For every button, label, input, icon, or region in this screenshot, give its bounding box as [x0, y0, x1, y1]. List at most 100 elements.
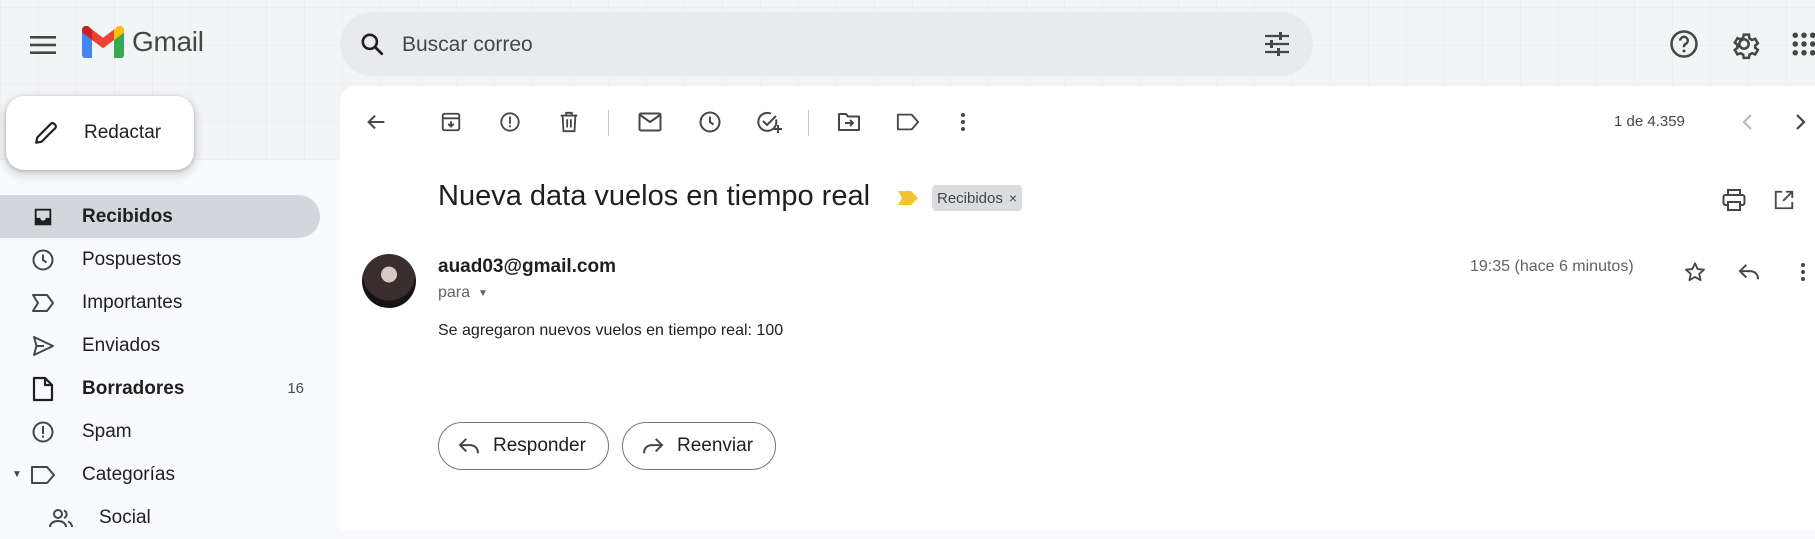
recipient-prefix: para — [438, 284, 471, 301]
sidebar-item-label: Categorías — [82, 463, 175, 485]
search-bar — [340, 12, 1313, 76]
sidebar-item-label: Importantes — [82, 291, 183, 313]
important-icon — [30, 290, 56, 316]
archive-icon — [441, 112, 461, 132]
label-chip-text: Recibidos — [937, 189, 1003, 207]
hamburger-menu-icon — [30, 36, 56, 54]
send-icon — [30, 333, 56, 359]
sidebar-item-label: Spam — [82, 420, 132, 442]
message-view: 1 de 4.359 Nueva data vuelos en tiempo r… — [340, 86, 1815, 530]
toolbar-divider — [608, 110, 609, 136]
reply-label: Responder — [493, 435, 586, 456]
older-button[interactable] — [1781, 102, 1815, 142]
newer-button[interactable] — [1727, 102, 1767, 142]
mail-icon — [638, 112, 662, 132]
label-icon — [896, 113, 920, 131]
delete-button[interactable] — [549, 102, 589, 142]
sidebar-item-label: Pospuestos — [82, 248, 182, 270]
show-details-caret-icon[interactable]: ▼ — [478, 288, 488, 299]
apps-grid-icon — [1792, 32, 1815, 56]
more-vert-icon — [961, 113, 965, 131]
mark-unread-button[interactable] — [630, 102, 670, 142]
apps-button[interactable] — [1780, 20, 1815, 68]
label-icon — [30, 462, 56, 488]
star-button[interactable] — [1675, 252, 1715, 292]
message-more-button[interactable] — [1783, 252, 1815, 292]
inbox-icon — [30, 204, 56, 230]
arrow-left-icon — [367, 114, 385, 130]
top-bar: Gmail — [0, 0, 1815, 86]
trash-icon — [560, 111, 578, 133]
main-menu-button[interactable] — [22, 24, 64, 66]
toolbar-divider — [808, 110, 809, 136]
sidebar-item-label: Enviados — [82, 334, 161, 356]
sidebar-item-label: Borradores — [82, 377, 185, 399]
help-icon — [1670, 30, 1698, 58]
search-options-icon[interactable] — [1261, 28, 1293, 60]
message-body: Se agregaron nuevos vuelos en tiempo rea… — [438, 322, 784, 339]
clock-icon — [699, 111, 721, 133]
sidebar-item-important[interactable]: Importantes — [0, 281, 320, 324]
forward-icon — [641, 434, 665, 458]
chevron-right-icon — [1796, 114, 1806, 130]
search-input[interactable] — [400, 28, 1224, 62]
pagination-text: 1 de 4.359 — [1614, 113, 1685, 130]
report-spam-button[interactable] — [490, 102, 530, 142]
add-task-icon — [757, 111, 782, 133]
star-icon — [1685, 262, 1705, 282]
move-to-folder-icon — [838, 113, 860, 131]
sender-avatar[interactable] — [362, 254, 416, 308]
expand-caret-icon[interactable]: ▼ — [12, 469, 22, 480]
move-to-button[interactable] — [829, 102, 869, 142]
sidebar-item-spam[interactable]: Spam — [0, 410, 320, 453]
important-marker-icon[interactable] — [898, 191, 918, 210]
help-button[interactable] — [1660, 20, 1708, 68]
add-to-tasks-button[interactable] — [749, 102, 789, 142]
labels-button[interactable] — [888, 102, 928, 142]
print-button[interactable] — [1714, 180, 1754, 220]
archive-button[interactable] — [431, 102, 471, 142]
gmail-logo[interactable]: Gmail — [82, 26, 204, 58]
settings-button[interactable] — [1720, 20, 1768, 68]
sidebar-item-social[interactable]: Social — [0, 496, 320, 539]
sidebar-item-inbox[interactable]: Recibidos — [0, 195, 320, 238]
search-icon[interactable] — [356, 28, 388, 60]
sidebar-item-sent[interactable]: Enviados — [0, 324, 320, 367]
sidebar-item-drafts[interactable]: Borradores 16 — [0, 367, 320, 410]
chevron-left-icon — [1742, 114, 1752, 130]
more-vert-icon — [1801, 263, 1805, 281]
more-options-button[interactable] — [943, 102, 983, 142]
open-new-window-button[interactable] — [1764, 180, 1804, 220]
sidebar-item-label: Recibidos — [82, 205, 173, 227]
remove-label-button[interactable]: × — [1009, 190, 1017, 206]
pencil-icon — [30, 117, 62, 149]
reply-icon — [457, 434, 481, 458]
draft-icon — [30, 376, 56, 402]
reply-action-button[interactable]: Responder — [438, 422, 609, 470]
gear-icon — [1733, 33, 1760, 60]
drafts-count: 16 — [287, 380, 304, 397]
reply-icon — [1738, 264, 1759, 280]
message-subject: Nueva data vuelos en tiempo real — [438, 180, 871, 212]
reply-button[interactable] — [1729, 252, 1769, 292]
report-spam-icon — [500, 112, 520, 132]
sidebar-item-snoozed[interactable]: Pospuestos — [0, 238, 320, 281]
open-in-new-icon — [1774, 190, 1794, 210]
back-button[interactable] — [356, 102, 396, 142]
inbox-label-chip: Recibidos × — [932, 185, 1023, 211]
forward-action-button[interactable]: Reenviar — [622, 422, 777, 470]
gmail-m-icon — [82, 26, 124, 58]
message-timestamp: 19:35 (hace 6 minutos) — [1470, 258, 1634, 275]
people-icon — [48, 505, 74, 531]
sidebar-nav: Recibidos Pospuestos Importantes Enviado… — [0, 195, 320, 539]
snooze-button[interactable] — [690, 102, 730, 142]
sender-email[interactable]: auad03@gmail.com — [438, 256, 616, 278]
sidebar: Redactar Recibidos Pospuestos Importante… — [0, 86, 340, 530]
compose-label: Redactar — [84, 122, 162, 143]
compose-button[interactable]: Redactar — [6, 96, 194, 170]
recipient-line: para ▼ — [438, 284, 488, 302]
sidebar-item-categories[interactable]: ▼ Categorías — [0, 453, 320, 496]
app-name: Gmail — [132, 26, 204, 57]
forward-label: Reenviar — [677, 435, 754, 456]
sidebar-item-label: Social — [99, 506, 151, 528]
